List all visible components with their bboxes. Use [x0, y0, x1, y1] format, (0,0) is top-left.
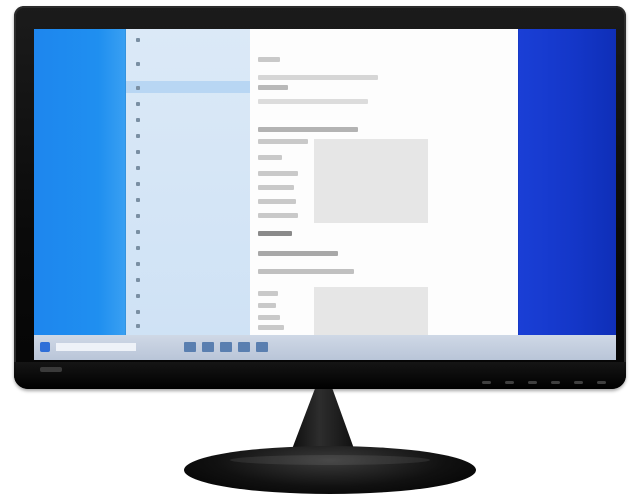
sidebar-item[interactable] [136, 275, 144, 284]
taskbar-app-icon[interactable] [184, 342, 196, 352]
sidebar-item[interactable] [136, 59, 144, 68]
sidebar-item-icon [136, 213, 140, 218]
sidebar-item-icon [136, 61, 140, 66]
setting-option[interactable] [258, 315, 280, 320]
setting-option[interactable] [258, 291, 278, 296]
sidebar-item[interactable] [136, 227, 144, 236]
monitor-power-button [597, 381, 606, 384]
sidebar-selected-highlight [126, 81, 250, 93]
sidebar-item[interactable] [136, 291, 144, 300]
setting-description-placeholder [258, 75, 378, 80]
monitor-chin [14, 362, 626, 389]
sidebar-item[interactable] [136, 163, 144, 172]
setting-option[interactable] [258, 171, 298, 176]
sidebar-item-icon [136, 165, 140, 170]
sidebar-item-icon [136, 229, 140, 234]
taskbar-search-box[interactable] [56, 343, 136, 351]
sidebar-item-icon [136, 37, 140, 42]
sidebar-item-icon [136, 261, 140, 266]
screen [34, 29, 616, 360]
sidebar-item-icon [136, 277, 140, 282]
sidebar-item-icon [136, 149, 140, 154]
sidebar-item-icon [136, 101, 140, 106]
monitor-brand-logo [40, 367, 62, 372]
sidebar-item-icon [136, 323, 140, 328]
setting-option[interactable] [258, 155, 282, 160]
setting-description-placeholder [258, 269, 354, 274]
sidebar-item[interactable] [136, 115, 144, 124]
setting-option[interactable] [258, 185, 294, 190]
taskbar-app-icon[interactable] [202, 342, 214, 352]
sidebar-item-icon [136, 293, 140, 298]
sidebar-item[interactable] [136, 259, 144, 268]
taskbar-app-icon[interactable] [238, 342, 250, 352]
monitor-button [551, 381, 560, 384]
taskbar-app-icon[interactable] [220, 342, 232, 352]
setting-label-placeholder [258, 57, 280, 62]
monitor-stand-highlight [230, 455, 430, 465]
setting-option[interactable] [258, 139, 308, 144]
sidebar-item[interactable] [136, 99, 144, 108]
settings-sidebar [126, 29, 250, 335]
sidebar-item[interactable] [136, 321, 144, 330]
preview-image-placeholder [314, 139, 428, 223]
sidebar-item[interactable] [136, 147, 144, 156]
monitor-buttons [482, 381, 606, 384]
taskbar [34, 335, 616, 360]
sidebar-item-icon [136, 197, 140, 202]
sidebar-item-selected[interactable] [136, 83, 144, 92]
setting-option[interactable] [258, 213, 298, 218]
taskbar-app-icon[interactable] [256, 342, 268, 352]
setting-option[interactable] [258, 325, 284, 330]
taskbar-apps [184, 342, 268, 352]
setting-toggle[interactable] [258, 231, 292, 236]
sidebar-item[interactable] [136, 131, 144, 140]
sidebar-item-icon [136, 309, 140, 314]
monitor-button [528, 381, 537, 384]
setting-option[interactable] [258, 199, 296, 204]
monitor-button [574, 381, 583, 384]
setting-description-placeholder [258, 99, 368, 104]
desktop-wallpaper-right [518, 29, 616, 335]
desktop-wallpaper-left [34, 29, 126, 335]
sidebar-item-icon [136, 85, 140, 90]
monitor-button [482, 381, 491, 384]
sidebar-item-icon [136, 245, 140, 250]
settings-window [126, 29, 518, 337]
sidebar-item[interactable] [136, 35, 144, 44]
sidebar-item[interactable] [136, 179, 144, 188]
windows-start-icon[interactable] [40, 342, 50, 352]
sidebar-item[interactable] [136, 195, 144, 204]
settings-content [250, 29, 518, 337]
sidebar-item-icon [136, 117, 140, 122]
monitor-stand-base [184, 446, 476, 494]
sidebar-item-icon [136, 133, 140, 138]
setting-subheading [258, 251, 338, 256]
sidebar-item[interactable] [136, 243, 144, 252]
preview-image-placeholder [314, 287, 428, 337]
sidebar-item[interactable] [136, 211, 144, 220]
sidebar-item[interactable] [136, 307, 144, 316]
sidebar-item-icon [136, 181, 140, 186]
setting-option[interactable] [258, 303, 276, 308]
monitor-button [505, 381, 514, 384]
setting-link[interactable] [258, 85, 288, 90]
setting-subheading [258, 127, 358, 132]
